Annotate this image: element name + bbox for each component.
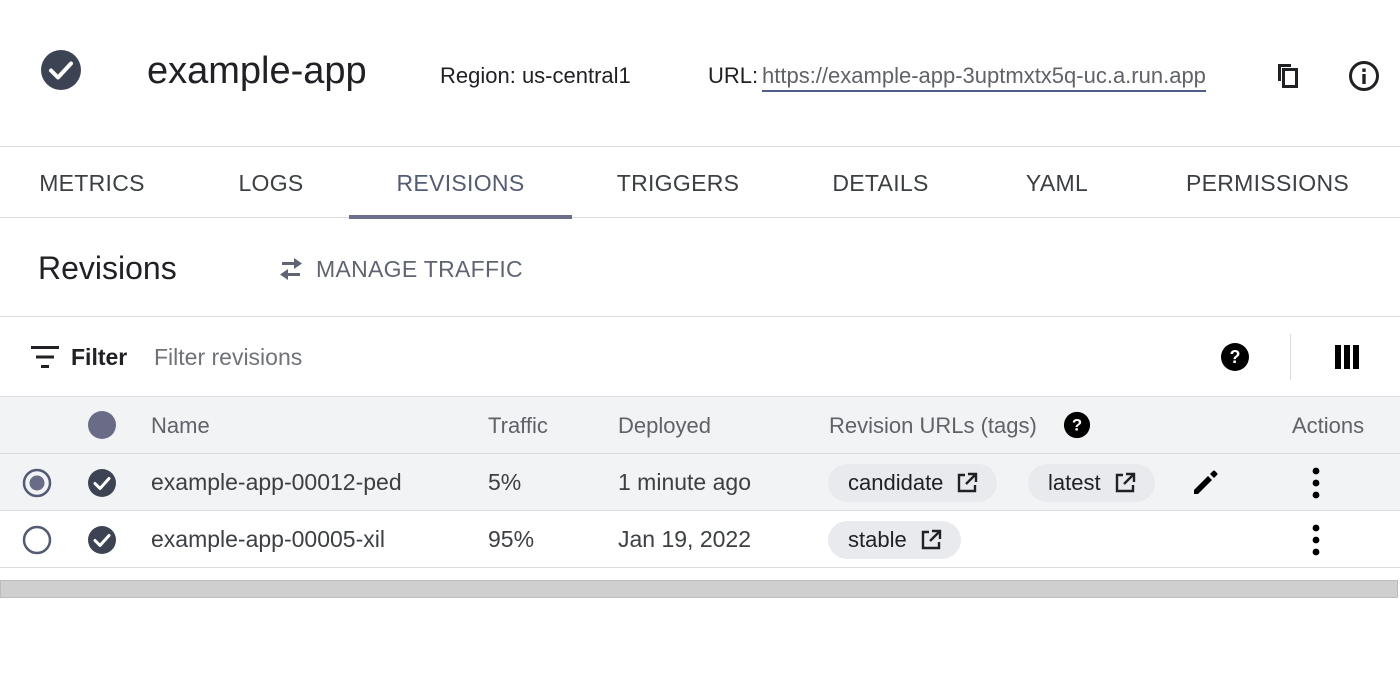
filter-bar: Filter bbox=[0, 317, 1400, 397]
tag-label: latest bbox=[1048, 470, 1101, 495]
radio-unselected-icon[interactable] bbox=[22, 525, 52, 555]
copy-icon[interactable] bbox=[1272, 60, 1302, 90]
revisions-toolbar: Revisions MANAGE TRAFFIC bbox=[0, 218, 1400, 317]
service-header: example-app Region: us-central1 URL: htt… bbox=[0, 0, 1400, 146]
radio-selected-icon[interactable] bbox=[22, 468, 52, 498]
column-header-name[interactable]: Name bbox=[151, 397, 210, 454]
status-column-icon bbox=[88, 411, 116, 439]
swap-horiz-icon bbox=[280, 258, 302, 280]
column-header-traffic[interactable]: Traffic bbox=[488, 397, 548, 454]
column-header-revision-urls[interactable]: Revision URLs (tags) bbox=[829, 397, 1037, 454]
open-in-new-icon bbox=[958, 472, 978, 493]
view-column-icon[interactable] bbox=[1334, 344, 1360, 370]
tab-metrics[interactable]: METRICS bbox=[30, 147, 154, 218]
help-icon[interactable]: ? bbox=[1220, 342, 1250, 372]
revision-name[interactable]: example-app-00005-xil bbox=[151, 511, 385, 568]
service-name: example-app bbox=[147, 50, 367, 92]
tag-chip-latest[interactable]: latest bbox=[1028, 464, 1155, 502]
revision-deployed: 1 minute ago bbox=[618, 469, 751, 495]
tab-revisions[interactable]: REVISIONS bbox=[349, 147, 572, 219]
more-vert-icon[interactable] bbox=[1302, 522, 1330, 558]
tab-logs[interactable]: LOGS bbox=[230, 147, 312, 218]
more-vert-icon[interactable] bbox=[1302, 465, 1330, 501]
toolbar-divider bbox=[1290, 334, 1291, 380]
revision-deployed: Jan 19, 2022 bbox=[618, 526, 752, 552]
manage-traffic-label: MANAGE TRAFFIC bbox=[316, 255, 523, 282]
filter-revisions-input[interactable] bbox=[150, 339, 750, 375]
tag-label: stable bbox=[848, 527, 907, 552]
manage-traffic-button[interactable]: MANAGE TRAFFIC bbox=[276, 252, 523, 286]
tag-label: candidate bbox=[848, 470, 944, 495]
tag-chip-candidate[interactable]: candidate bbox=[828, 464, 998, 502]
revisions-table: Name Traffic Deployed Revision URLs (tag… bbox=[0, 397, 1400, 568]
revision-name[interactable]: example-app-00012-ped bbox=[151, 454, 402, 511]
service-url-link[interactable]: https://example-app-3uptmxtx5q-uc.a.run.… bbox=[762, 63, 1206, 92]
svg-text:?: ? bbox=[1230, 347, 1241, 367]
info-icon[interactable] bbox=[1348, 60, 1380, 92]
edit-pencil-icon[interactable] bbox=[1190, 466, 1222, 498]
filter-list-icon[interactable] bbox=[30, 344, 60, 370]
table-header-row: Name Traffic Deployed Revision URLs (tag… bbox=[0, 397, 1400, 454]
url-label: URL: bbox=[708, 63, 759, 88]
tab-yaml[interactable]: YAML bbox=[1015, 147, 1099, 218]
table-row[interactable]: example-app-00005-xil 95% Jan 19, 2022 s… bbox=[0, 511, 1400, 568]
column-header-actions: Actions bbox=[1292, 413, 1365, 438]
check-circle-icon bbox=[88, 526, 116, 554]
tab-permissions[interactable]: PERMISSIONS bbox=[1176, 147, 1359, 218]
horizontal-scrollbar[interactable] bbox=[0, 580, 1398, 598]
tab-details[interactable]: DETAILS bbox=[822, 147, 939, 218]
column-header-deployed[interactable]: Deployed bbox=[618, 397, 711, 454]
cloud-run-service-page: example-app Region: us-central1 URL: htt… bbox=[0, 0, 1400, 700]
table-row[interactable]: example-app-00012-ped 5% 1 minute ago ca… bbox=[0, 454, 1400, 511]
page-title: Revisions bbox=[38, 250, 177, 286]
tag-chip-stable[interactable]: stable bbox=[828, 521, 961, 559]
filter-label[interactable]: Filter bbox=[71, 343, 127, 371]
svg-text:?: ? bbox=[1072, 416, 1082, 435]
help-icon[interactable]: ? bbox=[1063, 411, 1091, 439]
check-circle-icon bbox=[41, 50, 81, 90]
revision-traffic: 95% bbox=[488, 526, 535, 552]
open-in-new-icon bbox=[1115, 472, 1135, 493]
tab-triggers[interactable]: TRIGGERS bbox=[610, 147, 746, 218]
region-text: Region: us-central1 bbox=[440, 63, 631, 88]
revision-traffic: 5% bbox=[488, 469, 522, 495]
tab-bar: METRICS LOGS REVISIONS TRIGGERS DETAILS … bbox=[0, 146, 1400, 219]
check-circle-icon bbox=[88, 469, 116, 497]
open-in-new-icon bbox=[921, 529, 941, 550]
